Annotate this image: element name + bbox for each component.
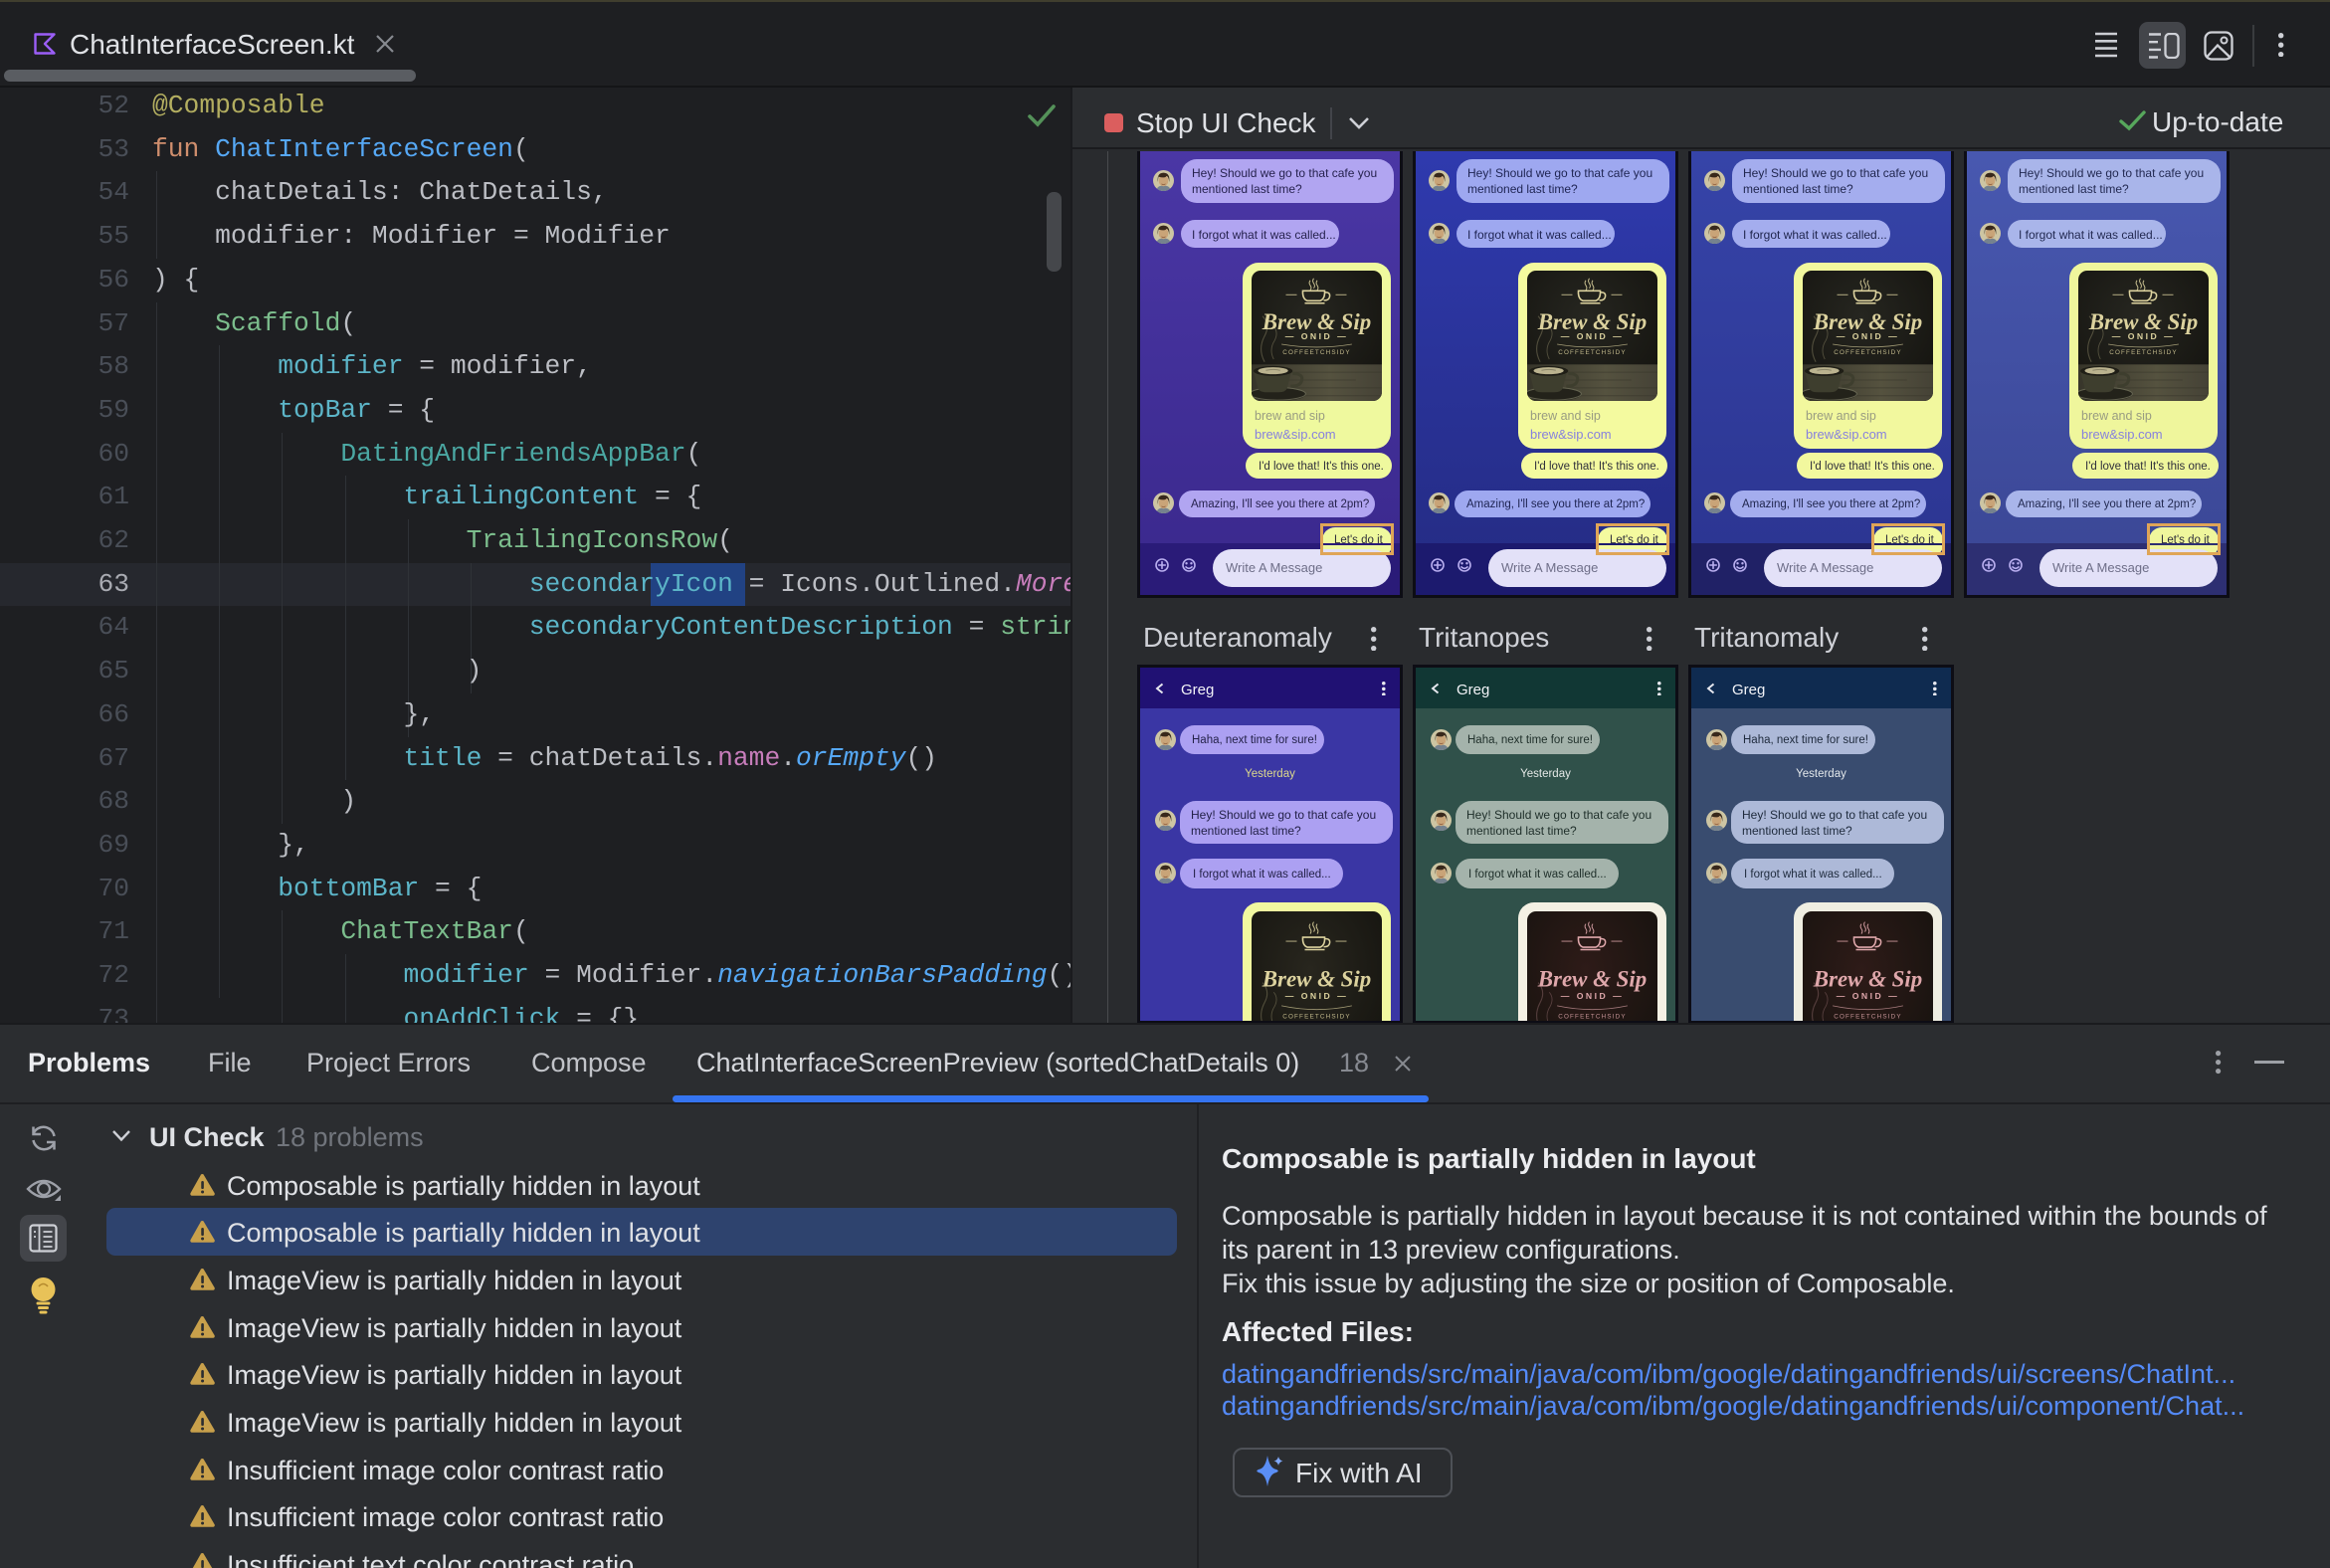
svg-text:COFFEETCHSIDY: COFFEETCHSIDY <box>1558 1014 1627 1021</box>
svg-text:— ONID —: — ONID — <box>1837 331 1900 341</box>
svg-text:— ONID —: — ONID — <box>1561 991 1625 1001</box>
svg-text:Brew & Sip: Brew & Sip <box>1262 967 1371 992</box>
svg-text:COFFEETCHSIDY: COFFEETCHSIDY <box>1282 349 1351 356</box>
svg-text:— ONID —: — ONID — <box>1285 331 1349 341</box>
svg-text:— ONID —: — ONID — <box>1561 331 1625 341</box>
svg-text:COFFEETCHSIDY: COFFEETCHSIDY <box>1282 1014 1351 1021</box>
svg-text:COFFEETCHSIDY: COFFEETCHSIDY <box>1834 349 1902 356</box>
svg-text:Brew & Sip: Brew & Sip <box>1813 967 1922 992</box>
svg-text:COFFEETCHSIDY: COFFEETCHSIDY <box>2109 349 2178 356</box>
svg-text:COFFEETCHSIDY: COFFEETCHSIDY <box>1834 1014 1902 1021</box>
svg-text:Brew & Sip: Brew & Sip <box>1537 967 1647 992</box>
svg-text:— ONID —: — ONID — <box>1837 991 1900 1001</box>
svg-text:— ONID —: — ONID — <box>1285 991 1349 1001</box>
svg-text:— ONID —: — ONID — <box>2112 331 2176 341</box>
svg-text:COFFEETCHSIDY: COFFEETCHSIDY <box>1558 349 1627 356</box>
